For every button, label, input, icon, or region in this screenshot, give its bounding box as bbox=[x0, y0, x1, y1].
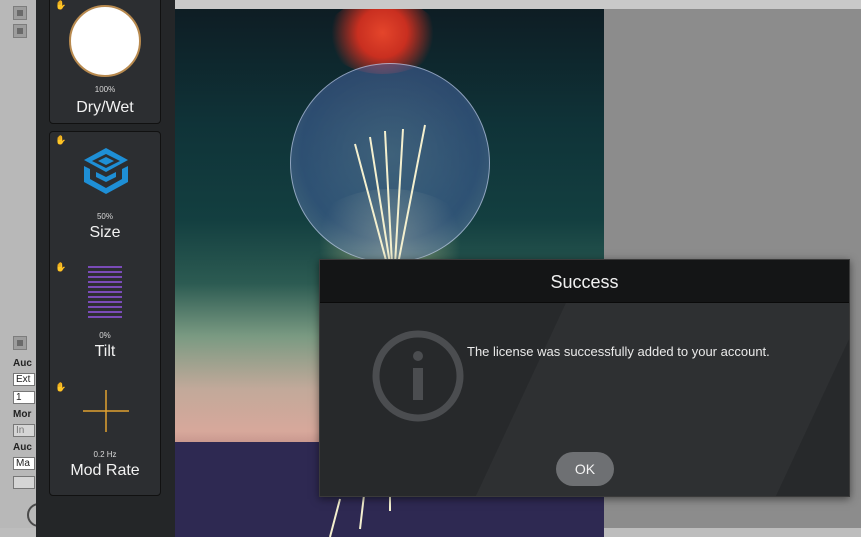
host-audio-label: Auc bbox=[13, 358, 32, 369]
drywet-knob[interactable] bbox=[69, 5, 141, 77]
ok-button[interactable]: OK bbox=[556, 452, 614, 486]
tilt-meter[interactable] bbox=[88, 266, 122, 326]
dialog-message: The license was successfully added to yo… bbox=[467, 344, 770, 359]
host-left-panel: Auc Ext 1 Mor In Auc Ma bbox=[0, 0, 37, 537]
hand-icon: ✋ bbox=[55, 0, 67, 10]
modrate-value: 0.2 Hz bbox=[93, 450, 117, 459]
hand-icon: ✋ bbox=[55, 382, 67, 392]
hand-icon: ✋ bbox=[55, 135, 67, 145]
host-output-field[interactable]: Ma bbox=[13, 457, 35, 470]
light-rays bbox=[354, 124, 426, 265]
host-empty-field[interactable] bbox=[13, 476, 35, 489]
controls-card: ✋ 50% Size ✋ 0% Tilt ✋ 0.2 Hz Mod Rate bbox=[49, 131, 161, 496]
host-channel-field[interactable]: 1 bbox=[13, 391, 35, 404]
size-value: 50% bbox=[96, 212, 113, 221]
info-icon bbox=[372, 330, 464, 422]
success-dialog: Success The license was successfully add… bbox=[319, 259, 850, 497]
tilt-value: 0% bbox=[99, 331, 111, 340]
host-monitor-label: Mor bbox=[13, 409, 32, 420]
drywet-label: Dry/Wet bbox=[76, 99, 134, 116]
hand-icon: ✋ bbox=[55, 262, 67, 272]
modrate-crosshair[interactable] bbox=[81, 388, 131, 434]
host-toggle-button[interactable] bbox=[13, 336, 27, 350]
dialog-title: Success bbox=[550, 272, 619, 292]
host-toggle-button[interactable] bbox=[13, 6, 27, 20]
host-monitor-field[interactable]: In bbox=[13, 424, 35, 437]
dialog-title-bar: Success bbox=[320, 260, 849, 303]
drywet-control: ✋ 100% Dry/Wet bbox=[49, 0, 161, 124]
size-label: Size bbox=[89, 224, 121, 241]
size-icon[interactable] bbox=[79, 144, 133, 198]
host-input-field[interactable]: Ext bbox=[13, 373, 35, 386]
modrate-label: Mod Rate bbox=[70, 462, 140, 479]
floor-rays bbox=[329, 491, 391, 537]
drywet-value: 100% bbox=[94, 85, 116, 94]
host-toggle-button[interactable] bbox=[13, 24, 27, 38]
tilt-label: Tilt bbox=[94, 343, 116, 360]
host-audio-label: Auc bbox=[13, 442, 32, 453]
plugin-sidebar: ✋ 100% Dry/Wet ✋ 50% Size ✋ 0% Tilt ✋ 0.… bbox=[36, 0, 175, 537]
